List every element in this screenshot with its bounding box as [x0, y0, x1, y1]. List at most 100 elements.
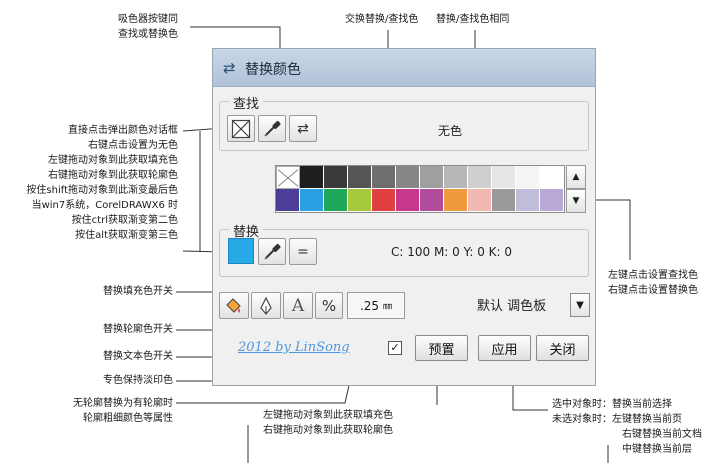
palette-swatch[interactable] — [516, 166, 540, 189]
leader-palette — [590, 199, 631, 260]
palette-swatch[interactable] — [468, 189, 492, 212]
palette-swatch[interactable] — [300, 166, 324, 189]
no-color-icon — [231, 119, 251, 138]
palette-dropdown-button[interactable]: ▼ — [570, 293, 590, 317]
palette-select[interactable]: 默认 调色板 — [477, 295, 546, 314]
arrow-up-icon: ▲ — [572, 172, 580, 182]
annotation-left-6: 当win7系统，CorelDRAWX6 时 — [31, 200, 178, 211]
annotation-eyedropper-line1: 吸色器按键同 — [118, 14, 178, 25]
palette-swatch[interactable] — [372, 166, 396, 189]
annotation-left-8: 按住alt获取渐变第三色 — [75, 230, 178, 241]
annotation-drag-2: 右键拖动对象到此获取轮廓色 — [263, 425, 393, 436]
fill-color-toggle[interactable] — [219, 292, 249, 319]
replace-eyedropper-button[interactable] — [258, 238, 286, 265]
outline-size-unit: ㎜ — [383, 302, 393, 312]
palette-swatch[interactable] — [420, 189, 444, 212]
annotation-no-outline: 无轮廓替换为有轮廓时 轮廓粗细颜色等属性 — [73, 396, 173, 426]
arrow-down-icon: ▼ — [572, 196, 580, 206]
palette-scroll-down[interactable]: ▼ — [566, 189, 586, 213]
spot-tint-toggle[interactable]: % — [315, 292, 343, 319]
replace-value-text: C: 100 M: 0 Y: 0 K: 0 — [391, 245, 513, 259]
palette-swatch[interactable] — [540, 166, 564, 189]
palette-swatch[interactable] — [492, 166, 516, 189]
swap-icon: ⇄ — [297, 120, 309, 137]
signature-link[interactable]: 2012 by LinSong — [238, 340, 350, 355]
title-bar[interactable]: ⇄ 替换颜色 — [213, 49, 595, 87]
percent-icon: % — [321, 296, 337, 315]
annotation-outline-switch: 替换轮廓色开关 — [103, 324, 173, 335]
eyedropper-icon — [264, 243, 281, 260]
annotation-scope-3: 右键替换当前文档 — [622, 429, 702, 440]
palette-swatch[interactable] — [540, 189, 564, 212]
find-eyedropper-button[interactable] — [258, 115, 286, 142]
find-color-button[interactable] — [227, 115, 255, 142]
annotation-no-outline-1: 无轮廓替换为有轮廓时 — [73, 398, 173, 409]
palette-swatch[interactable] — [396, 166, 420, 189]
palette-swatch[interactable] — [324, 189, 348, 212]
replace-color-dialog: ⇄ 替换颜色 查找 ⇄ 无色 ▲ ▼ 替换 = C: 100 M: 0 Y: 0… — [212, 48, 596, 386]
find-label: 查找 — [229, 93, 264, 112]
palette-swatch[interactable] — [468, 166, 492, 189]
palette-swatch[interactable] — [444, 166, 468, 189]
palette-swatch[interactable] — [444, 189, 468, 212]
palette-swatch[interactable] — [420, 166, 444, 189]
palette-swatch[interactable] — [276, 166, 300, 189]
outline-color-toggle[interactable] — [251, 292, 281, 319]
text-a-icon: A — [291, 295, 305, 316]
replace-color-icon: ⇄ — [223, 59, 236, 77]
annotation-left-4: 右键拖动对象到此获取轮廓色 — [48, 170, 178, 181]
annotation-swap: 交换替换/查找色 — [345, 14, 419, 25]
annotation-scope-2: 未选对象时：左键替换当前页 — [552, 414, 682, 425]
close-button[interactable]: 关闭 — [536, 335, 589, 361]
dialog-title: 替换颜色 — [245, 62, 301, 78]
annotation-fill-switch: 替换填充色开关 — [103, 286, 173, 297]
palette-swatch[interactable] — [492, 189, 516, 212]
swap-button[interactable]: ⇄ — [289, 115, 317, 142]
palette-swatch[interactable] — [348, 166, 372, 189]
annotation-spot-tint: 专色保持淡印色 — [103, 375, 173, 386]
annotation-no-outline-2: 轮廓粗细颜色等属性 — [83, 413, 173, 424]
palette-swatch[interactable] — [348, 189, 372, 212]
find-value-text: 无色 — [438, 124, 463, 138]
annotation-text-switch: 替换文本色开关 — [103, 351, 173, 362]
check-icon: ✓ — [390, 341, 400, 354]
keep-checkbox[interactable]: ✓ — [388, 341, 402, 355]
chevron-down-icon: ▼ — [576, 299, 584, 311]
text-color-toggle[interactable]: A — [283, 292, 313, 319]
same-color-button[interactable]: = — [289, 238, 317, 265]
pen-nib-icon — [260, 296, 272, 315]
palette-swatch[interactable] — [372, 189, 396, 212]
annotation-eyedropper-line2: 查找或替换色 — [118, 29, 178, 40]
annotation-palette-line2: 右键点击设置替换色 — [608, 285, 698, 296]
outline-size-value: .25 — [359, 298, 380, 313]
annotation-same: 替换/查找色相同 — [436, 14, 510, 25]
annotation-left-5: 按住shift拖动对象到此渐变最后色 — [26, 185, 178, 196]
palette-swatch[interactable] — [396, 189, 420, 212]
paint-bucket-icon — [226, 297, 241, 313]
annotation-eyedropper: 吸色器按键同 查找或替换色 — [118, 12, 178, 42]
palette-swatch[interactable] — [300, 189, 324, 212]
annotation-left-3: 左键拖动对象到此获取填充色 — [48, 155, 178, 166]
palette-scroll-up[interactable]: ▲ — [566, 165, 586, 189]
annotation-left-7: 按住ctrl获取渐变第二色 — [71, 215, 178, 226]
annotation-left-list: 直接点击弹出颜色对话框 右键点击设置为无色 左键拖动对象到此获取填充色 右键拖动… — [26, 123, 178, 243]
annotation-left-1: 直接点击弹出颜色对话框 — [68, 125, 178, 136]
palette-swatch[interactable] — [324, 166, 348, 189]
annotation-palette-click: 左键点击设置查找色 右键点击设置替换色 — [608, 268, 698, 298]
eyedropper-icon — [264, 120, 281, 137]
preset-button[interactable]: 预置 — [415, 335, 468, 361]
apply-button[interactable]: 应用 — [478, 335, 531, 361]
annotation-scope-1: 选中对象时：替换当前选择 — [552, 399, 672, 410]
annotation-drag-1: 左键拖动对象到此获取填充色 — [263, 410, 393, 421]
outline-size-field[interactable]: .25 ㎜ — [347, 292, 405, 319]
annotation-left-2: 右键点击设置为无色 — [88, 140, 178, 151]
equals-icon: = — [297, 243, 309, 260]
palette-swatch[interactable] — [276, 189, 300, 212]
replace-color-swatch[interactable] — [228, 238, 254, 264]
annotation-apply-scope: 选中对象时：替换当前选择 未选对象时：左键替换当前页 右键替换当前文档 中键替换… — [552, 397, 702, 457]
color-palette[interactable] — [275, 165, 565, 213]
annotation-scope-4: 中键替换当前层 — [622, 444, 692, 455]
annotation-drag-drop: 左键拖动对象到此获取填充色 右键拖动对象到此获取轮廓色 — [263, 408, 393, 438]
annotation-palette-line1: 左键点击设置查找色 — [608, 270, 698, 281]
palette-swatch[interactable] — [516, 189, 540, 212]
